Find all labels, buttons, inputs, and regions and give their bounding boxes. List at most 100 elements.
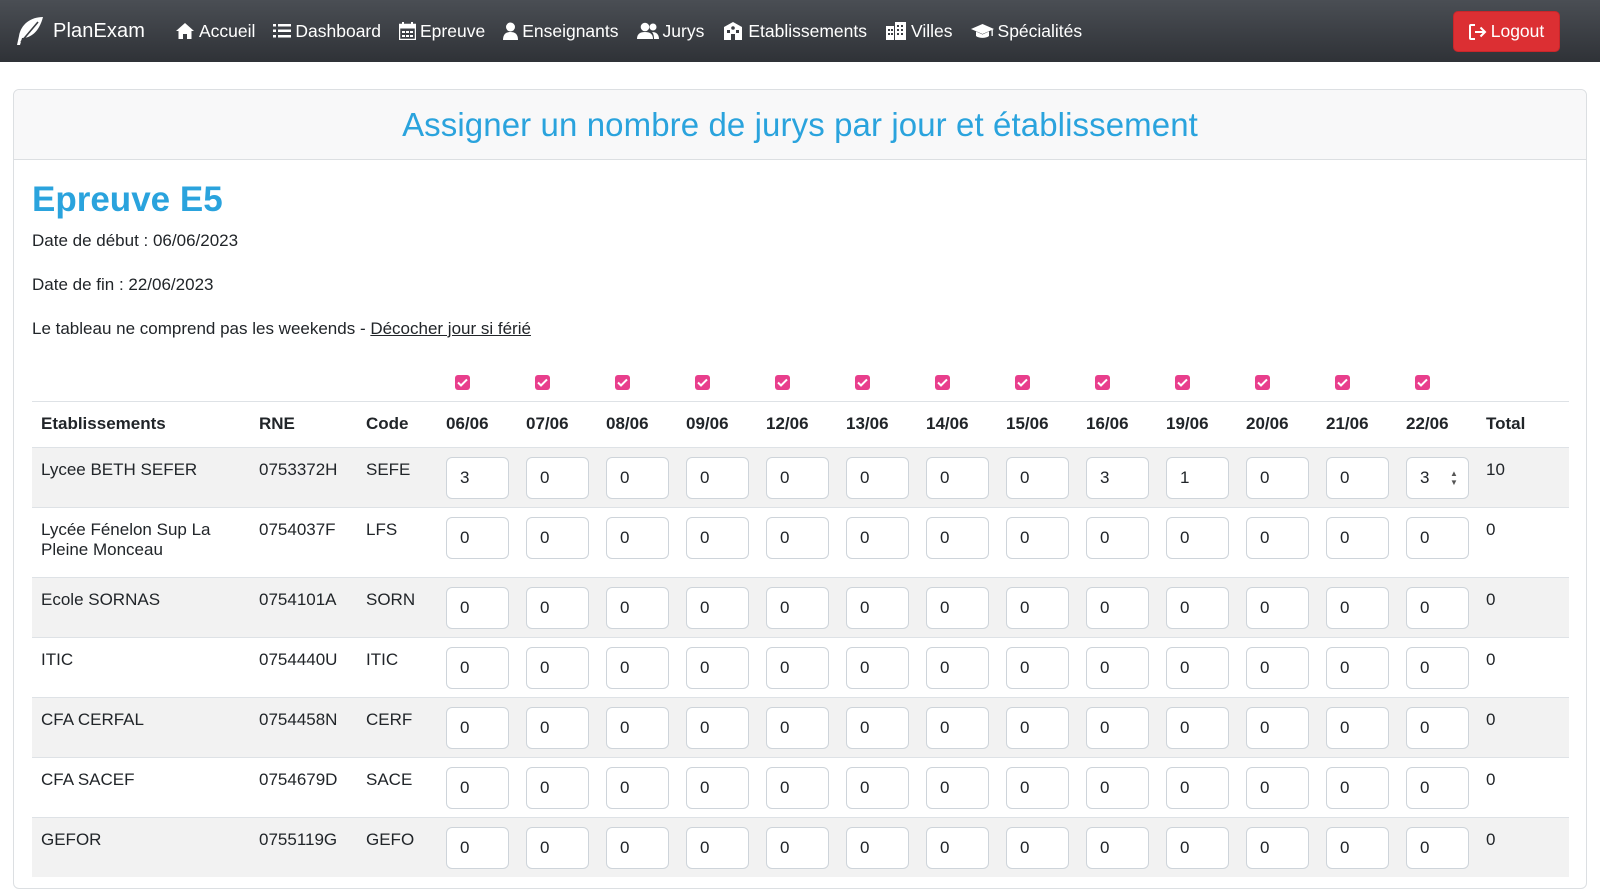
jury-count-input[interactable]: 0	[686, 586, 749, 629]
jury-count-input[interactable]: 3	[446, 456, 509, 499]
brand[interactable]: PlanExam	[13, 14, 145, 48]
jury-count-input[interactable]: 0	[846, 516, 909, 559]
jury-count-input[interactable]: 0	[1246, 826, 1309, 869]
nav-item-enseignants[interactable]: Enseignants	[503, 21, 619, 42]
nav-item-accueil[interactable]: Accueil	[175, 21, 255, 42]
jury-count-input[interactable]: 0	[686, 516, 749, 559]
jury-count-input[interactable]: 3	[1086, 456, 1149, 499]
jury-count-input[interactable]: 0	[606, 706, 669, 749]
jury-count-input[interactable]: 0	[606, 826, 669, 869]
jury-count-input[interactable]: 0	[1006, 516, 1069, 559]
jury-count-input[interactable]: 0	[1406, 646, 1469, 689]
nav-item-villes[interactable]: Villes	[885, 21, 953, 42]
jury-count-input[interactable]: 0	[1406, 706, 1469, 749]
jury-count-input[interactable]: 0	[1166, 646, 1229, 689]
jury-count-input[interactable]: 0	[1166, 766, 1229, 809]
jury-count-input[interactable]: 0	[446, 766, 509, 809]
day-checkbox[interactable]	[695, 374, 710, 390]
jury-count-input[interactable]: 0	[1006, 826, 1069, 869]
jury-count-input[interactable]: 0	[526, 456, 589, 499]
jury-count-input[interactable]: 0	[446, 646, 509, 689]
jury-count-input[interactable]: 0	[446, 516, 509, 559]
jury-count-input[interactable]: 0	[686, 766, 749, 809]
logout-button[interactable]: Logout	[1453, 11, 1560, 52]
jury-count-input[interactable]: 0	[846, 826, 909, 869]
day-checkbox[interactable]	[1335, 374, 1350, 390]
jury-count-input[interactable]: 0	[1406, 586, 1469, 629]
jury-count-input[interactable]: 0	[1326, 706, 1389, 749]
jury-count-input[interactable]: 0	[1246, 646, 1309, 689]
jury-count-input[interactable]: 0	[766, 516, 829, 559]
jury-count-input[interactable]: 0	[526, 586, 589, 629]
jury-count-input[interactable]: 0	[926, 826, 989, 869]
jury-count-input[interactable]: 0	[1006, 646, 1069, 689]
jury-count-input[interactable]: 0	[1326, 456, 1389, 499]
jury-count-input[interactable]: 0	[766, 826, 829, 869]
jury-count-input[interactable]: 0	[1006, 766, 1069, 809]
day-checkbox[interactable]	[775, 374, 790, 390]
jury-count-input[interactable]: 0	[1246, 516, 1309, 559]
jury-count-input[interactable]: 0	[526, 646, 589, 689]
day-checkbox[interactable]	[1255, 374, 1270, 390]
jury-count-input[interactable]: 0	[526, 516, 589, 559]
jury-count-input[interactable]: 0	[1406, 516, 1469, 559]
jury-count-input[interactable]: 0	[1166, 706, 1229, 749]
day-checkbox[interactable]	[615, 374, 630, 390]
jury-count-input[interactable]: 0	[846, 646, 909, 689]
jury-count-input[interactable]: 0	[606, 646, 669, 689]
jury-count-input[interactable]: 0	[446, 706, 509, 749]
jury-count-input[interactable]: 0	[686, 826, 749, 869]
jury-count-input[interactable]: 0	[1166, 516, 1229, 559]
jury-count-input[interactable]: 0	[926, 516, 989, 559]
jury-count-input[interactable]: 0	[1006, 706, 1069, 749]
jury-count-input[interactable]: 0	[1406, 826, 1469, 869]
jury-count-input[interactable]: 0	[1326, 586, 1389, 629]
jury-count-input[interactable]: 0	[846, 456, 909, 499]
jury-count-input[interactable]: 0	[1006, 586, 1069, 629]
jury-count-input[interactable]: 0	[766, 646, 829, 689]
number-spinner-icon[interactable]: ▲ ▼	[1447, 465, 1461, 491]
jury-count-input[interactable]: 0	[686, 646, 749, 689]
jury-count-input[interactable]: 0	[526, 826, 589, 869]
jury-count-input[interactable]: 0	[606, 766, 669, 809]
jury-count-input[interactable]: 0	[606, 456, 669, 499]
jury-count-input[interactable]: 0	[1166, 826, 1229, 869]
day-checkbox[interactable]	[935, 374, 950, 390]
day-checkbox[interactable]	[1095, 374, 1110, 390]
jury-count-input[interactable]: 0	[926, 456, 989, 499]
jury-count-input[interactable]: 0	[846, 766, 909, 809]
jury-count-input[interactable]: 0	[766, 586, 829, 629]
jury-count-input[interactable]: 0	[766, 706, 829, 749]
jury-count-input[interactable]: 0	[446, 826, 509, 869]
jury-count-input[interactable]: 0	[1086, 586, 1149, 629]
jury-count-input[interactable]: 0	[846, 706, 909, 749]
day-checkbox[interactable]	[535, 374, 550, 390]
day-checkbox[interactable]	[855, 374, 870, 390]
jury-count-input[interactable]: 0	[1246, 456, 1309, 499]
nav-item-dashboard[interactable]: Dashboard	[273, 21, 381, 42]
jury-count-input[interactable]: 0	[1406, 766, 1469, 809]
jury-count-input[interactable]: 0	[1326, 766, 1389, 809]
nav-item-etablissements[interactable]: Etablissements	[722, 21, 867, 42]
jury-count-input[interactable]: 0	[1086, 646, 1149, 689]
jury-count-input[interactable]: 0	[926, 586, 989, 629]
jury-count-input[interactable]: 0	[766, 456, 829, 499]
jury-count-input[interactable]: 0	[686, 456, 749, 499]
jury-count-input[interactable]: 0	[1006, 456, 1069, 499]
day-checkbox[interactable]	[1015, 374, 1030, 390]
jury-count-input[interactable]: 0	[686, 706, 749, 749]
uncheck-holiday-link[interactable]: Décocher jour si férié	[370, 319, 531, 338]
jury-count-input[interactable]: 0	[446, 586, 509, 629]
jury-count-input[interactable]: 0	[1086, 516, 1149, 559]
jury-count-input[interactable]: 0	[1246, 586, 1309, 629]
jury-count-input[interactable]: 1	[1166, 456, 1229, 499]
jury-count-input[interactable]: 0	[606, 516, 669, 559]
jury-count-input[interactable]: 0	[1086, 826, 1149, 869]
jury-count-input[interactable]: 0	[926, 646, 989, 689]
jury-count-input[interactable]: 0	[526, 766, 589, 809]
jury-count-input[interactable]: 0	[1326, 826, 1389, 869]
day-checkbox[interactable]	[1415, 374, 1430, 390]
jury-count-input[interactable]: 0	[1086, 766, 1149, 809]
nav-item-epreuve[interactable]: Epreuve	[399, 21, 485, 42]
nav-item-jurys[interactable]: Jurys	[636, 21, 704, 42]
